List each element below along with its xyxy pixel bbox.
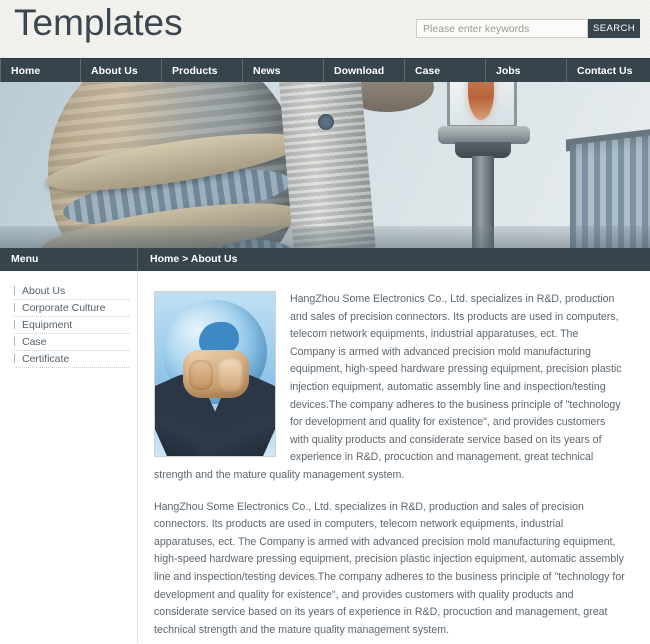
- sidebar-item-case[interactable]: Case: [14, 334, 129, 351]
- sidebar-item-about-us[interactable]: About Us: [14, 283, 129, 300]
- nav-item-products[interactable]: Products: [162, 59, 243, 82]
- site-logo[interactable]: Templates: [14, 2, 183, 44]
- silo-porthole: [318, 114, 334, 130]
- sidebar-item-corporate-culture[interactable]: Corporate Culture: [14, 300, 129, 317]
- nav-item-about-us[interactable]: About Us: [81, 59, 162, 82]
- nav-item-download[interactable]: Download: [324, 59, 405, 82]
- search-box: SEARCH: [416, 19, 640, 38]
- article-image-handshake-globe: [154, 291, 276, 457]
- nav-item-news[interactable]: News: [243, 59, 324, 82]
- main-navigation: Home About Us Products News Download Cas…: [0, 58, 650, 82]
- paragraph-2: HangZhou Some Electronics Co., Ltd. spec…: [154, 500, 625, 636]
- section-strip: Menu Home > About Us: [0, 248, 650, 271]
- content-area: About Us Corporate Culture Equipment Cas…: [0, 271, 650, 644]
- sidebar-item-equipment[interactable]: Equipment: [14, 317, 129, 334]
- sidebar-item-certificate[interactable]: Certificate: [14, 351, 129, 368]
- nav-item-jobs[interactable]: Jobs: [486, 59, 567, 82]
- sidebar-menu: About Us Corporate Culture Equipment Cas…: [0, 271, 138, 644]
- search-button[interactable]: SEARCH: [588, 19, 640, 38]
- silo-shape: [277, 82, 377, 248]
- hero-photo: [0, 82, 650, 248]
- nav-item-contact-us[interactable]: Contact Us: [567, 59, 650, 82]
- article-body: HangZhou Some Electronics Co., Ltd. spec…: [138, 271, 650, 644]
- handshake-grip: [183, 350, 249, 398]
- breadcrumb[interactable]: Home > About Us: [138, 248, 650, 271]
- page-root: Templates SEARCH Home About Us Products …: [0, 0, 650, 644]
- nav-item-case[interactable]: Case: [405, 59, 486, 82]
- hero-banner: [0, 82, 650, 248]
- site-header: Templates SEARCH: [0, 0, 650, 58]
- nav-item-home[interactable]: Home: [0, 59, 81, 82]
- menu-title: Menu: [0, 248, 138, 271]
- hero-ground: [0, 226, 650, 248]
- search-input[interactable]: [416, 19, 588, 38]
